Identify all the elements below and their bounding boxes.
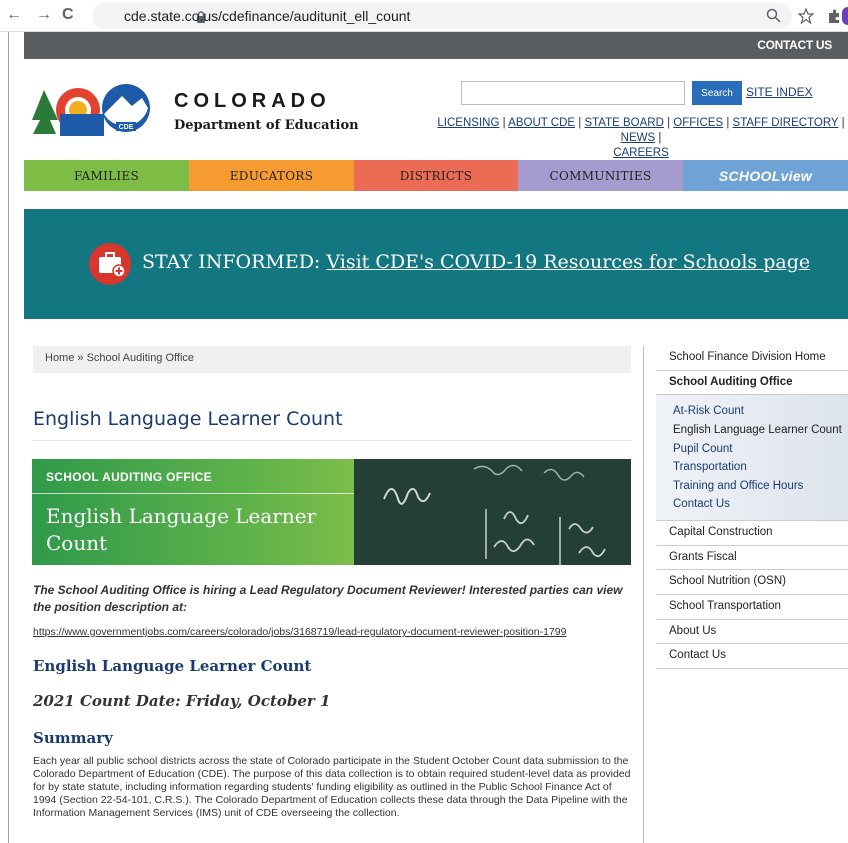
subnav-transportation[interactable]: Transportation bbox=[673, 458, 848, 477]
profile-avatar[interactable] bbox=[842, 7, 848, 25]
subnav-training[interactable]: Training and Office Hours bbox=[673, 477, 848, 496]
url-text: cde.state.co.us/cdefinance/auditunit_ell… bbox=[124, 8, 411, 24]
forward-button[interactable]: → bbox=[36, 6, 52, 24]
licensing-link[interactable]: LICENSING bbox=[437, 117, 499, 129]
back-button[interactable]: ← bbox=[6, 6, 22, 24]
svg-text:CDE: CDE bbox=[119, 124, 134, 131]
sidebar-item-about-us[interactable]: About Us bbox=[656, 620, 848, 645]
logo-subtitle: Department of Education bbox=[174, 118, 359, 133]
banner-prefix: STAY INFORMED: bbox=[142, 251, 327, 273]
hero-title: English Language Learner Count bbox=[46, 504, 317, 555]
breadcrumb-separator: » bbox=[77, 352, 84, 364]
subnav-at-risk-count[interactable]: At-Risk Count bbox=[673, 402, 848, 421]
logo-wordmark: COLORADO bbox=[174, 90, 331, 112]
nav-communities[interactable]: COMMUNITIES bbox=[518, 160, 683, 191]
state-board-link[interactable]: STATE BOARD bbox=[584, 117, 663, 129]
page-edge-divider bbox=[8, 32, 9, 843]
sidebar-subnav: At-Risk Count English Language Learner C… bbox=[656, 395, 848, 521]
sidebar-item-school-transportation[interactable]: School Transportation bbox=[656, 595, 848, 620]
main-navigation: FAMILIES EDUCATORS DISTRICTS COMMUNITIES… bbox=[24, 160, 848, 191]
briefcase-medical-icon bbox=[89, 243, 131, 285]
about-cde-link[interactable]: ABOUT CDE bbox=[508, 117, 575, 129]
offices-link[interactable]: OFFICES bbox=[673, 117, 723, 129]
covid-resources-link[interactable]: Visit CDE's COVID-19 Resources for Schoo… bbox=[326, 251, 810, 273]
chalkboard-photo bbox=[354, 459, 631, 565]
sidebar-item-contact-us[interactable]: Contact Us bbox=[656, 644, 848, 670]
staff-directory-link[interactable]: STAFF DIRECTORY bbox=[733, 117, 839, 129]
covid-banner: STAY INFORMED: Visit CDE's COVID-19 Reso… bbox=[24, 209, 848, 319]
browser-toolbar: ← → C cde.state.co.us/cdefinance/auditun… bbox=[0, 0, 848, 32]
site-index-link[interactable]: SITE INDEX bbox=[746, 85, 813, 99]
hero-rule bbox=[32, 493, 354, 494]
sidebar-item-finance-home[interactable]: School Finance Division Home bbox=[656, 346, 848, 371]
hero-kicker: SCHOOL AUDITING OFFICE bbox=[46, 470, 212, 484]
subnav-contact-us[interactable]: Contact Us bbox=[673, 495, 848, 514]
extensions-icon[interactable] bbox=[826, 8, 842, 24]
hero-image: SCHOOL AUDITING OFFICE English Language … bbox=[32, 459, 631, 565]
link-separator: | bbox=[658, 132, 662, 144]
nav-districts[interactable]: DISTRICTS bbox=[354, 160, 518, 191]
breadcrumb-home[interactable]: Home bbox=[45, 352, 74, 364]
careers-link[interactable]: CAREERS bbox=[613, 147, 669, 159]
reload-button[interactable]: C bbox=[62, 6, 74, 24]
nav-educators[interactable]: EDUCATORS bbox=[189, 160, 354, 191]
zoom-icon[interactable] bbox=[766, 8, 782, 24]
sidebar-item-auditing-office[interactable]: School Auditing Office bbox=[656, 371, 848, 396]
nav-families[interactable]: FAMILIES bbox=[24, 160, 189, 191]
banner-message: STAY INFORMED: Visit CDE's COVID-19 Reso… bbox=[142, 251, 810, 273]
column-divider bbox=[643, 346, 644, 843]
address-bar[interactable]: cde.state.co.us/cdefinance/auditunit_ell… bbox=[92, 3, 792, 29]
search-input[interactable] bbox=[461, 81, 685, 105]
summary-paragraph: Each year all public school districts ac… bbox=[33, 755, 631, 819]
job-posting-link[interactable]: https://www.governmentjobs.com/careers/c… bbox=[33, 626, 566, 638]
news-link[interactable]: NEWS bbox=[621, 132, 656, 144]
sidebar-nav: School Finance Division Home School Audi… bbox=[656, 346, 848, 670]
utility-links: LICENSING | ABOUT CDE | STATE BOARD | OF… bbox=[435, 116, 847, 161]
nav-schoolview[interactable]: SCHOOLview bbox=[683, 160, 848, 191]
breadcrumb: Home » School Auditing Office bbox=[33, 346, 631, 373]
chalkboard-writing-icon bbox=[354, 459, 631, 565]
cde-logo-icon: CDE bbox=[32, 84, 150, 136]
sidebar-item-capital-construction[interactable]: Capital Construction bbox=[656, 521, 848, 546]
hiring-notice: The School Auditing Office is hiring a L… bbox=[33, 583, 623, 614]
contact-us-link[interactable]: CONTACT US bbox=[757, 38, 832, 52]
subnav-ell-count[interactable]: English Language Learner Count bbox=[673, 421, 848, 440]
search-button[interactable]: Search bbox=[692, 81, 742, 105]
sidebar-item-grants-fiscal[interactable]: Grants Fiscal bbox=[656, 546, 848, 571]
subnav-pupil-count[interactable]: Pupil Count bbox=[673, 440, 848, 459]
count-date-heading: 2021 Count Date: Friday, October 1 bbox=[33, 692, 331, 710]
link-separator: | bbox=[841, 117, 845, 129]
sidebar-item-school-nutrition[interactable]: School Nutrition (OSN) bbox=[656, 570, 848, 595]
section-heading-ell: English Language Learner Count bbox=[33, 657, 312, 675]
hero-green-panel: SCHOOL AUDITING OFFICE English Language … bbox=[32, 459, 354, 565]
top-utility-bar: CONTACT US bbox=[24, 32, 848, 59]
breadcrumb-current[interactable]: School Auditing Office bbox=[87, 352, 194, 364]
summary-heading: Summary bbox=[33, 729, 113, 747]
title-divider bbox=[33, 440, 631, 441]
page-title: English Language Learner Count bbox=[33, 408, 343, 430]
star-icon[interactable] bbox=[798, 8, 814, 24]
